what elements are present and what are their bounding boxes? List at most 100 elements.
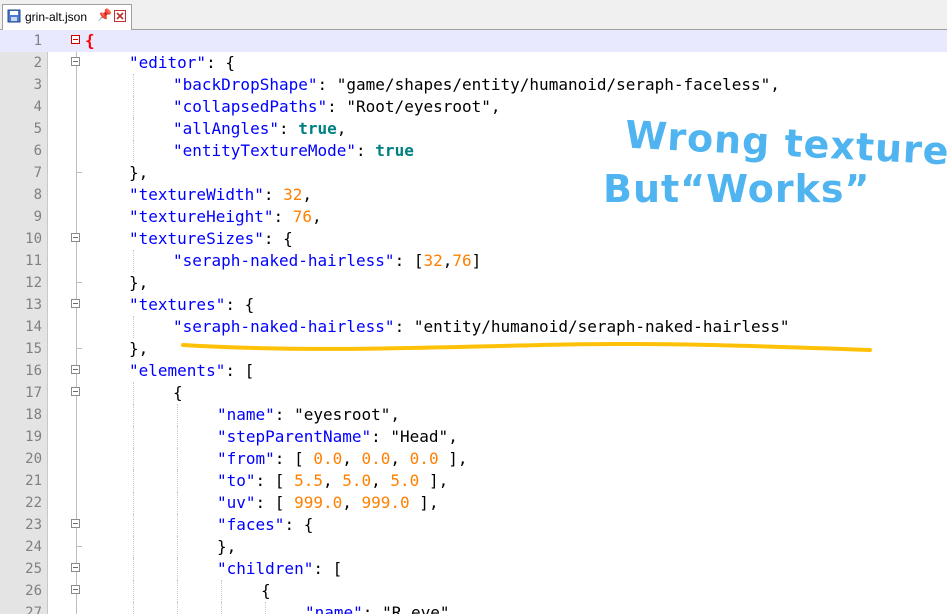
code-token: }, — [217, 537, 237, 556]
code-line[interactable]: 18 "name": "eyesroot", — [0, 404, 947, 426]
code-token: "seraph-naked-hairless" — [173, 317, 395, 336]
code-token: : [ — [394, 251, 424, 270]
code-line[interactable]: 26 { — [0, 580, 947, 602]
code-line[interactable]: 3 "backDropShape": "game/shapes/entity/hu… — [0, 74, 947, 96]
code-line[interactable]: 10 "textureSizes": { — [0, 228, 947, 250]
fold-toggle-icon[interactable] — [71, 563, 80, 572]
fold-toggle-icon[interactable] — [71, 57, 80, 66]
line-number: 2 — [33, 55, 42, 71]
code-text: { — [261, 580, 271, 602]
code-editor[interactable]: 1{2 "editor": {3 "backDropShape": "game/sh… — [0, 30, 947, 614]
code-text: "to": [ 5.5, 5.0, 5.0 ], — [217, 470, 448, 492]
fold-toggle-icon[interactable] — [71, 387, 80, 396]
code-line[interactable]: 24}, — [0, 536, 947, 558]
code-token: , — [449, 603, 460, 614]
line-number: 26 — [25, 583, 42, 599]
code-line[interactable]: 20 "from": [ 0.0, 0.0, 0.0 ], — [0, 448, 947, 470]
code-line[interactable]: 21 "to": [ 5.5, 5.0, 5.0 ], — [0, 470, 947, 492]
code-line[interactable]: 23 "faces": { — [0, 514, 947, 536]
code-token: : — [362, 603, 383, 614]
code-line[interactable]: 25 "children": [ — [0, 558, 947, 580]
code-token: : — [317, 75, 337, 94]
code-line[interactable]: 19 "stepParentName": "Head", — [0, 426, 947, 448]
code-line[interactable]: 4 "collapsedPaths": "Root/eyesroot", — [0, 96, 947, 118]
code-token: , — [342, 493, 362, 512]
code-token: "from" — [217, 449, 275, 468]
code-line[interactable]: 2 "editor": { — [0, 52, 947, 74]
code-text: "allAngles": true, — [173, 118, 346, 140]
code-text: "entityTextureMode": true — [173, 140, 414, 162]
code-token: , — [312, 207, 322, 226]
code-line[interactable]: 22 "uv": [ 999.0, 999.0 ], — [0, 492, 947, 514]
code-token: , — [490, 97, 501, 116]
line-number: 1 — [33, 33, 42, 49]
line-number: 19 — [25, 429, 42, 445]
code-line[interactable]: 11 "seraph-naked-hairless": [32,76] — [0, 250, 947, 272]
code-text: { — [85, 30, 95, 52]
code-token: , — [342, 449, 362, 468]
code-token: , — [442, 251, 453, 270]
code-line[interactable]: 17 { — [0, 382, 947, 404]
code-token: { — [261, 581, 271, 600]
code-line[interactable]: 16 "elements": [ — [0, 360, 947, 382]
code-token: : [ — [255, 493, 295, 512]
code-token: 76 — [292, 207, 313, 226]
fold-toggle-icon[interactable] — [71, 585, 80, 594]
code-text: { — [173, 382, 183, 404]
line-number: 8 — [33, 187, 42, 203]
code-line[interactable]: 1{ — [0, 30, 947, 52]
code-token: { — [85, 31, 95, 50]
fold-toggle-icon[interactable] — [71, 519, 80, 528]
code-token: 999.0 — [294, 493, 343, 512]
code-text: "editor": { — [129, 52, 235, 74]
tab-grin-alt-json[interactable]: grin-alt.json 📌 — [2, 4, 132, 30]
code-token: }, — [129, 273, 149, 292]
code-token: }, — [129, 163, 149, 182]
code-token: 32 — [423, 251, 443, 270]
code-token: 5.0 — [342, 471, 372, 490]
code-token: : { — [263, 229, 293, 248]
code-line[interactable]: 15}, — [0, 338, 947, 360]
code-token: "uv" — [217, 493, 256, 512]
code-line[interactable]: 27 "name": "R_eye", — [0, 602, 947, 614]
pin-icon[interactable]: 📌 — [97, 8, 112, 22]
code-token: "elements" — [129, 361, 226, 380]
code-text: "collapsedPaths": "Root/eyesroot", — [173, 96, 501, 118]
code-token: }, — [129, 339, 149, 358]
code-line[interactable]: 14 "seraph-naked-hairless": "entity/human… — [0, 316, 947, 338]
line-number: 11 — [25, 253, 42, 269]
code-token: : — [274, 405, 295, 424]
line-number: 12 — [25, 275, 42, 291]
fold-toggle-icon[interactable] — [71, 233, 80, 242]
code-token: : — [273, 207, 293, 226]
code-text: "name": "R_eye", — [305, 602, 459, 614]
fold-end-marker — [76, 172, 82, 173]
code-text: "name": "eyesroot", — [217, 404, 400, 426]
code-token: "backDropShape" — [173, 75, 318, 94]
code-token: ], — [438, 449, 468, 468]
line-number: 20 — [25, 451, 42, 467]
code-token: "Head" — [390, 427, 449, 446]
fold-toggle-icon[interactable] — [71, 365, 80, 374]
fold-toggle-icon[interactable] — [71, 35, 80, 44]
code-token: : — [278, 119, 299, 138]
line-number: 18 — [25, 407, 42, 423]
code-text: "elements": [ — [129, 360, 254, 382]
line-number: 27 — [25, 605, 42, 614]
code-token: ], — [409, 493, 439, 512]
code-text: "faces": { — [217, 514, 313, 536]
line-number: 14 — [25, 319, 42, 335]
code-token: 5.0 — [390, 471, 420, 490]
line-number: 25 — [25, 561, 42, 577]
close-icon[interactable] — [114, 10, 126, 22]
code-token: "textures" — [129, 295, 226, 314]
fold-toggle-icon[interactable] — [71, 299, 80, 308]
code-token: 999.0 — [361, 493, 410, 512]
code-line[interactable]: 13 "textures": { — [0, 294, 947, 316]
code-text: "textures": { — [129, 294, 254, 316]
fold-end-marker — [76, 282, 82, 283]
line-number: 16 — [25, 363, 42, 379]
code-text: "from": [ 0.0, 0.0, 0.0 ], — [217, 448, 467, 470]
code-line[interactable]: 12}, — [0, 272, 947, 294]
code-token: "game/shapes/entity/humanoid/seraph-face… — [336, 75, 771, 94]
